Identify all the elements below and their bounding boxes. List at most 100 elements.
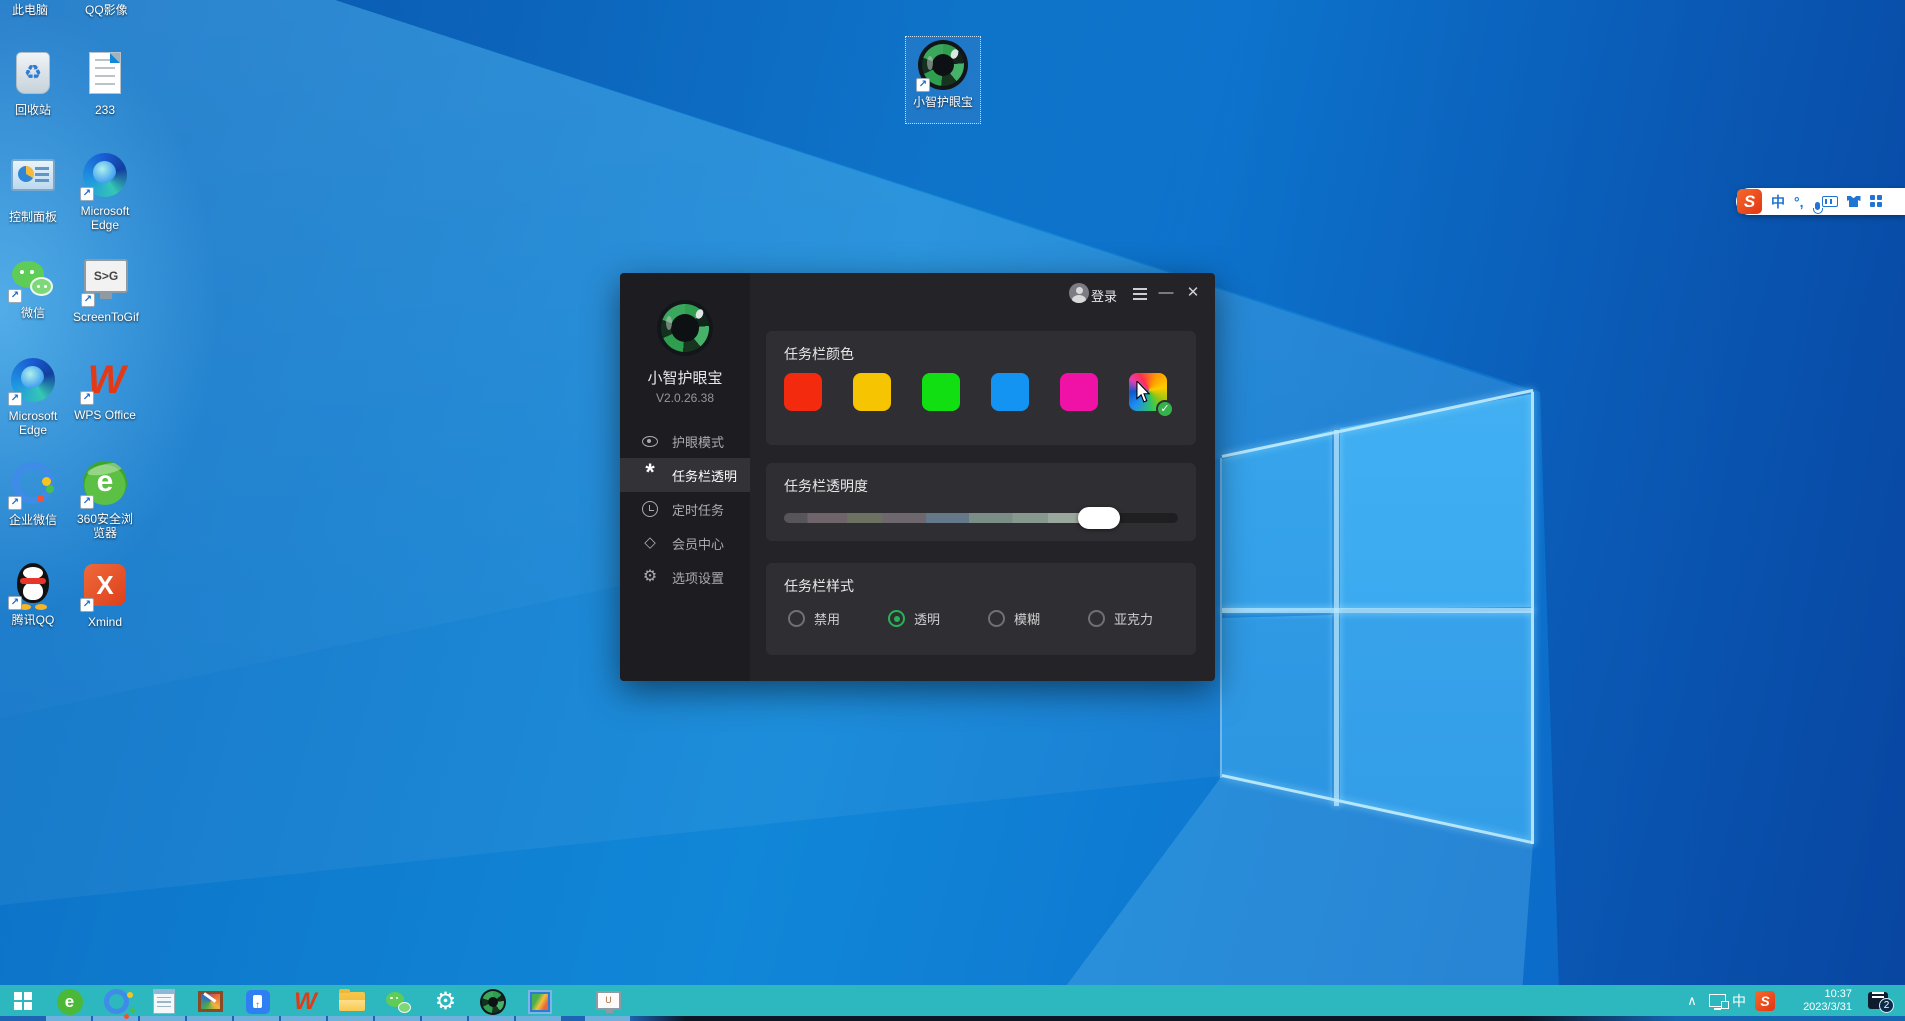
opacity-slider[interactable] [784, 507, 1178, 529]
running-indicator [469, 1016, 514, 1021]
radio-icon [988, 610, 1005, 627]
login-button[interactable]: 登录 [1091, 286, 1117, 305]
taskbar-opacity-panel: 任务栏透明度 [766, 463, 1196, 541]
color-swatch-green[interactable] [922, 373, 960, 411]
color-swatch-magenta[interactable] [1060, 373, 1098, 411]
menu-item-scheduled-tasks[interactable]: 定时任务 [620, 492, 750, 526]
taskbar-icon-settings[interactable]: ⚙ [422, 987, 469, 1016]
network-icon[interactable] [1705, 985, 1729, 1016]
shortcut-arrow-icon: ↗ [80, 495, 94, 509]
color-swatch-red[interactable] [784, 373, 822, 411]
taskbar-icon-blue-doc-app[interactable] [234, 987, 281, 1016]
sogou-logo-icon[interactable]: S [1737, 189, 1762, 214]
taskbar-icon-wechat[interactable] [375, 987, 422, 1016]
desktop-icon-edge[interactable]: ↗ Microsoft Edge [72, 152, 138, 232]
color-swatches: ✓ [784, 373, 1167, 411]
tray-time: 10:37 [1824, 988, 1852, 1001]
taskbar-icon-eyecare-app[interactable] [469, 987, 516, 1016]
sidebar-menu: 护眼模式 * 任务栏透明 定时任务 ◇ 会员中心 ⚙ 选项设置 [620, 424, 750, 594]
desktop-icon-edge-2[interactable]: ↗ Microsoft Edge [0, 357, 66, 437]
window-menu-button[interactable] [1131, 285, 1149, 300]
radio-blur[interactable]: 模糊 [988, 609, 1040, 628]
taskbar-icon-screentogif[interactable]: U [585, 987, 632, 1016]
menu-item-options[interactable]: ⚙ 选项设置 [620, 560, 750, 594]
minimize-button[interactable]: — [1157, 285, 1175, 301]
taskbar-clock[interactable]: 10:37 2023/3/31 [1786, 985, 1854, 1016]
running-indicator [281, 1016, 326, 1021]
close-button[interactable]: ✕ [1184, 285, 1202, 301]
document-icon [89, 52, 121, 94]
shortcut-arrow-icon: ↗ [8, 392, 22, 406]
ime-mode-toggle[interactable]: 中 [1771, 192, 1785, 212]
taskbar-icon-360-browser[interactable]: e [46, 987, 93, 1016]
desktop-icon-wechat[interactable]: ↗ 微信 [0, 255, 66, 320]
running-indicator [328, 1016, 373, 1021]
screentogif-icon: S>G [84, 259, 128, 293]
menu-item-member-center[interactable]: ◇ 会员中心 [620, 526, 750, 560]
slider-handle[interactable] [1078, 507, 1120, 529]
desktop-icon-eyecare-selected[interactable]: ↗ 小智护眼宝 [905, 36, 981, 124]
desktop: 此电脑 QQ影像 ♻ 回收站 233 控制面板 ↗ Microsoft Edge… [0, 0, 1905, 1021]
shortcut-arrow-icon: ↗ [8, 596, 22, 610]
section-title: 任务栏透明度 [784, 476, 868, 496]
desktop-icon-360-browser[interactable]: e↗ 360安全浏览器 [72, 460, 138, 540]
radio-acrylic[interactable]: 亚克力 [1088, 609, 1153, 628]
radio-icon [788, 610, 805, 627]
running-indicator [187, 1016, 232, 1021]
color-swatch-yellow[interactable] [853, 373, 891, 411]
taskbar-icon-notepad[interactable] [140, 987, 187, 1016]
desktop-icon-qq[interactable]: ↗ 腾讯QQ [0, 562, 66, 627]
mouse-cursor-icon [1133, 381, 1153, 403]
keyboard-icon[interactable] [1822, 196, 1838, 207]
radio-disable[interactable]: 禁用 [788, 609, 840, 628]
sogou-ime-bar: S 中 °, [1736, 188, 1905, 215]
menu-item-eye-mode[interactable]: 护眼模式 [620, 424, 750, 458]
eye-icon [641, 432, 659, 450]
shortcut-arrow-icon: ↗ [8, 289, 22, 303]
recycle-bin-icon: ♻ [16, 52, 50, 94]
control-panel-icon [11, 159, 55, 191]
app-name: 小智护眼宝 [620, 367, 750, 388]
wallpaper-window-mullion [1334, 430, 1339, 806]
menu-item-taskbar-transparency[interactable]: * 任务栏透明 [620, 458, 750, 492]
running-indicator [422, 1016, 467, 1021]
desktop-icon-recycle-bin[interactable]: ♻ 回收站 [0, 50, 66, 117]
shortcut-arrow-icon: ↗ [80, 391, 94, 405]
desktop-icon-wecom[interactable]: ↗ 企业微信 [0, 460, 66, 527]
desktop-icon-wps[interactable]: W↗ WPS Office [72, 357, 138, 422]
ime-punctuation-toggle[interactable]: °, [1794, 194, 1804, 210]
toolbox-icon[interactable] [1870, 195, 1883, 208]
shortcut-arrow-icon: ↗ [81, 293, 95, 307]
taskbar-icon-wps[interactable]: W [281, 987, 328, 1016]
tray-chevron-icon[interactable]: ∧ [1681, 985, 1703, 1016]
start-button[interactable] [0, 985, 46, 1016]
notification-center-button[interactable]: 2 [1860, 985, 1896, 1016]
running-indicator [234, 1016, 279, 1021]
user-avatar-icon[interactable] [1069, 283, 1089, 303]
skin-icon[interactable] [1847, 196, 1861, 207]
taskbar-icon-file-explorer[interactable] [328, 987, 375, 1016]
section-title: 任务栏样式 [784, 576, 854, 596]
radio-transparent-selected[interactable]: 透明 [888, 609, 940, 628]
ime-indicator[interactable]: 中 [1729, 985, 1749, 1016]
color-swatch-blue[interactable] [991, 373, 1029, 411]
color-swatch-rainbow-selected[interactable]: ✓ [1129, 373, 1167, 411]
windows-logo-icon [14, 992, 31, 1009]
taskbar-icon-wecom[interactable] [93, 987, 140, 1016]
desktop-icon-xmind[interactable]: X↗ Xmind [72, 562, 138, 629]
taskbar-icon-photos[interactable] [516, 987, 563, 1016]
shortcut-arrow-icon: ↗ [8, 496, 22, 510]
desktop-icon-control-panel[interactable]: 控制面板 [0, 152, 66, 224]
taskbar-icon-paint[interactable] [187, 987, 234, 1016]
wallpaper-window-edge [1531, 392, 1534, 844]
desktop-icon-screentogif[interactable]: S>G↗ ScreenToGif [70, 255, 142, 324]
sogou-tray-icon[interactable]: S [1752, 985, 1778, 1016]
shortcut-arrow-icon: ↗ [80, 598, 94, 612]
radio-icon [1088, 610, 1105, 627]
desktop-icon-this-pc[interactable]: 此电脑 [12, 1, 48, 18]
window-sidebar: 小智护眼宝 V2.0.26.38 护眼模式 * 任务栏透明 定时任务 ◇ 会员中… [620, 273, 750, 681]
desktop-icon-qq-image[interactable]: QQ影像 [85, 1, 128, 18]
desktop-icon-233-doc[interactable]: 233 [72, 50, 138, 117]
tray-date: 2023/3/31 [1803, 1001, 1852, 1014]
app-logo-icon [657, 300, 713, 356]
